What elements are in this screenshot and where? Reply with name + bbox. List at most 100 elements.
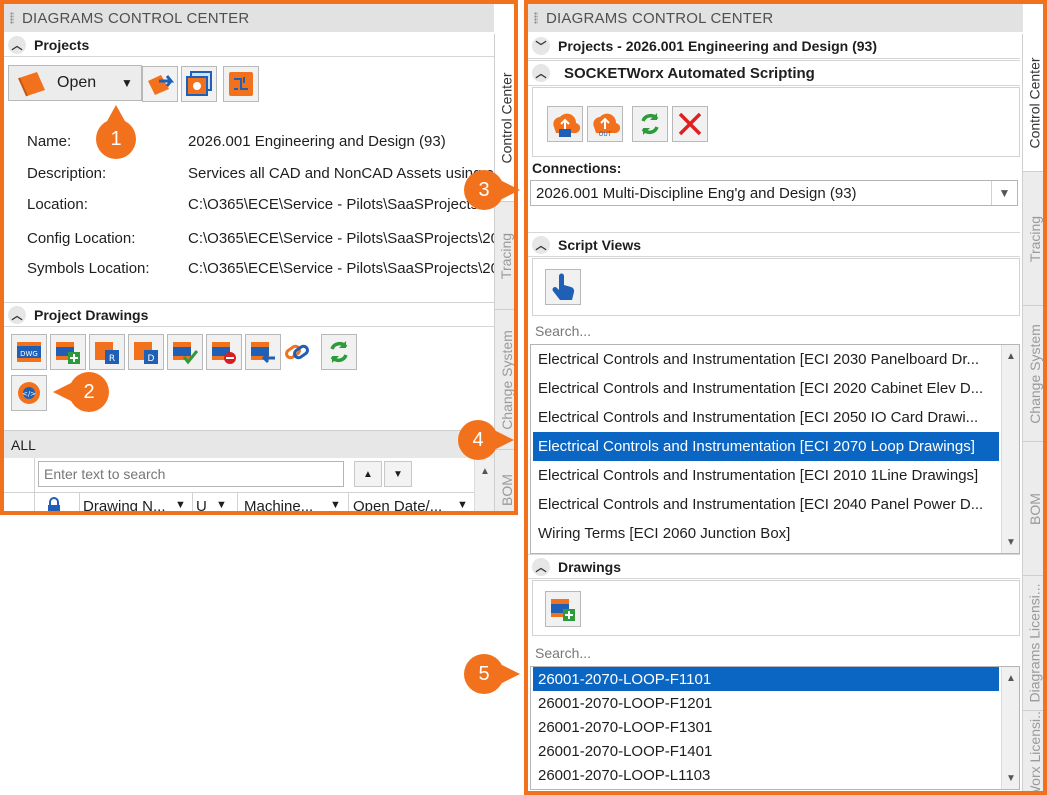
tab-change-system[interactable]: Change System: [495, 310, 514, 450]
scripting-section-header[interactable]: ︿ SOCKETWorx Automated Scripting: [528, 60, 1020, 86]
drag-grip-icon[interactable]: [10, 12, 14, 24]
list-item-selected[interactable]: Electrical Controls and Instrumentation …: [533, 432, 999, 461]
filter-funnel-icon[interactable]: ▼: [457, 499, 468, 511]
scroll-up-icon[interactable]: ▲: [475, 462, 495, 480]
detail-value-location: C:\O365\ECE\Service - Pilots\SaaSProject…: [188, 196, 491, 213]
list-item[interactable]: Electrical Controls and Instrumentation …: [533, 403, 999, 432]
collapse-chevron-icon[interactable]: ︿: [8, 35, 26, 54]
connections-dropdown[interactable]: 2026.001 Multi-Discipline Eng'g and Desi…: [530, 180, 1018, 206]
upload-output-button[interactable]: OUT: [587, 106, 623, 142]
column-drawing-name[interactable]: Drawing N...: [83, 498, 166, 511]
column-divider: [348, 493, 349, 511]
export-project-button[interactable]: [142, 66, 178, 102]
tab-diagrams-licensing[interactable]: Diagrams Licensi...: [1023, 576, 1043, 711]
scripting-header-label: SOCKETWorx Automated Scripting: [564, 64, 815, 82]
project-drawings-header-label: Project Drawings: [34, 306, 149, 323]
chevron-down-icon[interactable]: ▼: [113, 66, 141, 100]
collapse-chevron-icon[interactable]: ︿: [8, 305, 26, 324]
delete-button[interactable]: [672, 106, 708, 142]
filter-funnel-icon[interactable]: ▼: [216, 499, 227, 511]
collapse-chevron-icon[interactable]: ︿: [532, 235, 550, 254]
filter-funnel-icon[interactable]: ▼: [175, 499, 186, 511]
tab-bom[interactable]: BOM: [495, 450, 514, 511]
tab-tracing[interactable]: Tracing: [495, 202, 514, 310]
list-item[interactable]: 26001-2070-LOOP-F1401: [533, 739, 999, 763]
drawings-scrollbar[interactable]: ▲ ▼: [1001, 667, 1019, 789]
drawings-grid: ▲ ▼ ▲ Drawing N... ▼ U ▼ Machine... ▼ Op…: [4, 458, 495, 511]
list-item[interactable]: Electrical Controls and Instrumentation …: [533, 490, 999, 519]
rename-drawing-button[interactable]: R: [89, 334, 125, 370]
drawings-search-input[interactable]: [530, 639, 1020, 667]
script-views-scrollbar[interactable]: ▲ ▼: [1001, 345, 1019, 553]
left-control-center-panel: DIAGRAMS CONTROL CENTER Control Center T…: [0, 0, 518, 515]
list-item[interactable]: 26001-2070-LOOP-F1201: [533, 691, 999, 715]
upload-script-button[interactable]: [547, 106, 583, 142]
scripting-toolbar: OUT: [532, 87, 1020, 157]
callout-badge: 2: [53, 372, 109, 412]
tab-control-center[interactable]: Control Center: [1023, 34, 1043, 172]
filter-bar[interactable]: ALL: [4, 430, 494, 458]
refresh-icon: [330, 341, 348, 363]
dwg-button[interactable]: DWG: [11, 334, 47, 370]
svg-text:OUT: OUT: [599, 131, 612, 138]
projects-section-header[interactable]: ﹀ Projects - 2026.001 Engineering and De…: [528, 34, 1020, 59]
script-button[interactable]: </>: [11, 375, 47, 411]
list-item[interactable]: 26001-2070-LOOP-L1103: [533, 763, 999, 787]
grid-scrollbar[interactable]: ▲: [474, 458, 495, 511]
add-drawing-button[interactable]: [545, 591, 581, 627]
open-project-button[interactable]: Open ▼: [8, 65, 142, 101]
duplicate-drawing-button[interactable]: D: [128, 334, 164, 370]
sort-up-button[interactable]: ▲: [354, 461, 382, 487]
tab-worx-licensing[interactable]: Worx Licensi...: [1023, 711, 1043, 791]
list-item[interactable]: Electrical Controls and Instrumentation …: [533, 461, 999, 490]
check-drawing-icon: [173, 342, 199, 365]
import-drawing-icon: [251, 342, 275, 364]
column-open-date[interactable]: Open Date/...: [353, 498, 442, 511]
detail-label-config-location: Config Location:: [27, 230, 136, 247]
check-drawing-button[interactable]: [167, 334, 203, 370]
sort-down-button[interactable]: ▼: [384, 461, 412, 487]
run-script-view-button[interactable]: [545, 269, 581, 305]
panel-title-bar: DIAGRAMS CONTROL CENTER: [4, 4, 494, 32]
refresh-button[interactable]: [632, 106, 668, 142]
duplicate-drawing-icon: D: [134, 342, 158, 364]
scroll-down-icon[interactable]: ▼: [1002, 769, 1019, 787]
project-drawings-section-header[interactable]: ︿ Project Drawings: [4, 303, 494, 327]
list-item[interactable]: Electrical Controls and Instrumentation …: [533, 345, 999, 374]
list-item[interactable]: Electrical Controls and Instrumentation …: [533, 374, 999, 403]
drawings-section-header[interactable]: ︿ Drawings: [528, 554, 1020, 579]
remove-drawing-button[interactable]: [206, 334, 242, 370]
project-settings-button[interactable]: [181, 66, 217, 102]
projects-section-header[interactable]: ︿ Projects: [4, 33, 494, 57]
column-u[interactable]: U: [196, 498, 207, 511]
list-item[interactable]: Wiring Terms [ECI 2060 Junction Box]: [533, 519, 999, 548]
import-drawing-button[interactable]: [245, 334, 281, 370]
list-item-selected[interactable]: 26001-2070-LOOP-F1101: [533, 667, 999, 691]
grid-search-input[interactable]: [38, 461, 344, 487]
panel-title: DIAGRAMS CONTROL CENTER: [22, 9, 250, 27]
detail-value-name: 2026.001 Engineering and Design (93): [188, 133, 446, 150]
circuit-icon: [229, 72, 253, 96]
drag-grip-icon[interactable]: [534, 12, 538, 24]
tab-change-system[interactable]: Change System: [1023, 306, 1043, 442]
circuit-button[interactable]: [223, 66, 259, 102]
svg-text:</>: </>: [22, 390, 36, 398]
open-label: Open: [57, 74, 97, 91]
add-drawing-button[interactable]: [50, 334, 86, 370]
collapse-chevron-icon[interactable]: ︿: [532, 557, 550, 576]
column-machine[interactable]: Machine...: [244, 498, 313, 511]
list-item[interactable]: 26001-2070-LOOP-F1301: [533, 715, 999, 739]
script-views-search-input[interactable]: [530, 317, 1020, 345]
collapse-chevron-icon[interactable]: ︿: [532, 64, 550, 82]
link-button[interactable]: [279, 334, 315, 370]
tab-bom[interactable]: BOM: [1023, 442, 1043, 576]
tab-tracing[interactable]: Tracing: [1023, 172, 1043, 306]
refresh-button[interactable]: [321, 334, 357, 370]
scroll-up-icon[interactable]: ▲: [1002, 347, 1019, 365]
chevron-down-icon[interactable]: ▼: [991, 181, 1017, 205]
filter-funnel-icon[interactable]: ▼: [330, 499, 341, 511]
scroll-down-icon[interactable]: ▼: [1002, 533, 1019, 551]
scroll-up-icon[interactable]: ▲: [1002, 669, 1019, 687]
expand-chevron-icon[interactable]: ﹀: [532, 37, 550, 55]
script-views-section-header[interactable]: ︿ Script Views: [528, 232, 1020, 257]
